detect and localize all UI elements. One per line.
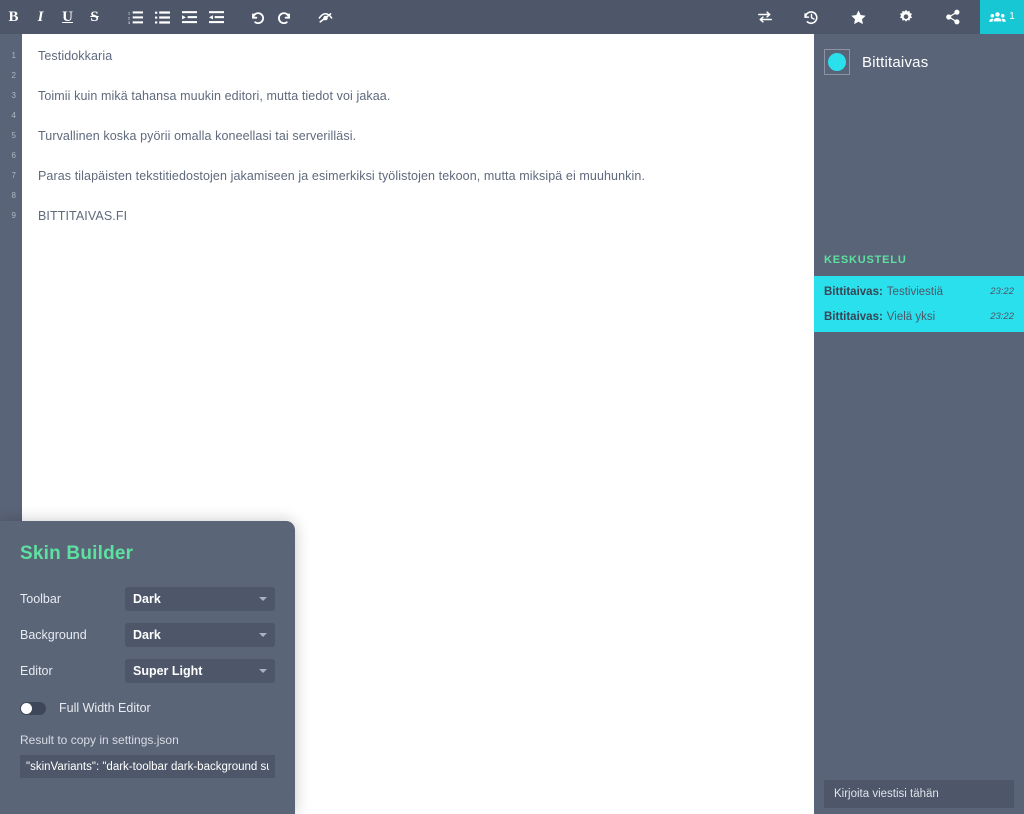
history-icon[interactable] bbox=[798, 0, 825, 34]
chat-message-author: Bittitaivas: bbox=[824, 310, 883, 323]
line-number: 9 bbox=[11, 211, 16, 220]
document-line: BITTITAIVAS.FI bbox=[38, 209, 128, 223]
app-root: B I U S 1 2 3 1 1 2 3 4 5 6 7 8 9 Testid… bbox=[0, 0, 1024, 814]
chat-input[interactable] bbox=[824, 780, 1014, 808]
skin-builder-panel: Skin Builder Toolbar Dark Background Dar… bbox=[0, 521, 295, 814]
strikethrough-icon[interactable]: S bbox=[81, 0, 108, 34]
result-settings-json-field[interactable] bbox=[20, 755, 275, 778]
chat-heading: KESKUSTELU bbox=[824, 254, 907, 266]
toolbar-separator bbox=[108, 0, 122, 34]
background-theme-value: Dark bbox=[133, 628, 161, 642]
main-toolbar: B I U S 1 2 3 1 bbox=[0, 0, 1024, 34]
line-number: 1 bbox=[11, 51, 16, 60]
collaborators-button[interactable]: 1 bbox=[980, 0, 1024, 34]
user-name-label: Bittitaivas bbox=[862, 53, 929, 71]
editor-theme-select[interactable]: Super Light bbox=[125, 659, 275, 683]
chat-message-time: 23:22 bbox=[990, 286, 1014, 297]
toolbar-theme-value: Dark bbox=[133, 592, 161, 606]
line-number: 8 bbox=[11, 191, 16, 200]
toolbar-spacer-4 bbox=[919, 0, 939, 34]
chat-section: KESKUSTELU Bittitaivas: Testiviestiä 23:… bbox=[814, 244, 1024, 332]
line-number: 7 bbox=[11, 171, 16, 180]
skin-row-toolbar: Toolbar Dark bbox=[20, 587, 275, 611]
people-icon bbox=[989, 9, 1006, 26]
line-number: 6 bbox=[11, 151, 16, 160]
avatar bbox=[824, 49, 850, 75]
redo-icon[interactable] bbox=[271, 0, 298, 34]
document-line: Toimii kuin mikä tahansa muukin editori,… bbox=[38, 89, 391, 103]
document-line: Turvallinen koska pyörii omalla koneella… bbox=[38, 129, 357, 143]
svg-text:2: 2 bbox=[128, 16, 130, 20]
line-number: 4 bbox=[11, 111, 16, 120]
background-theme-select[interactable]: Dark bbox=[125, 623, 275, 647]
svg-text:1: 1 bbox=[128, 11, 130, 15]
collaboration-sidebar: Bittitaivas KESKUSTELU Bittitaivas: Test… bbox=[814, 34, 1024, 814]
svg-text:3: 3 bbox=[128, 21, 130, 25]
line-number: 2 bbox=[11, 71, 16, 80]
undo-icon[interactable] bbox=[244, 0, 271, 34]
line-number: 5 bbox=[11, 131, 16, 140]
chat-input-container bbox=[814, 780, 1024, 808]
skin-row-background: Background Dark bbox=[20, 623, 275, 647]
collaborators-count: 1 bbox=[1009, 11, 1015, 22]
skin-label-background: Background bbox=[20, 628, 87, 642]
full-width-editor-row: Full Width Editor bbox=[20, 701, 275, 715]
chevron-down-icon bbox=[259, 597, 267, 601]
indent-icon[interactable] bbox=[176, 0, 203, 34]
chevron-down-icon bbox=[259, 633, 267, 637]
full-width-editor-toggle[interactable] bbox=[20, 701, 46, 715]
toggle-knob bbox=[21, 702, 32, 714]
avatar-color-dot bbox=[828, 53, 846, 71]
toolbar-left-group: B I U S 1 2 3 bbox=[0, 0, 339, 34]
italic-icon[interactable]: I bbox=[27, 0, 54, 34]
current-user-row: Bittitaivas bbox=[814, 34, 1024, 90]
list-item[interactable]: Bittitaivas: Testiviestiä 23:22 bbox=[814, 279, 1024, 304]
chat-message-author: Bittitaivas: bbox=[824, 285, 883, 298]
bold-icon[interactable]: B bbox=[0, 0, 27, 34]
toolbar-right-group: 1 bbox=[751, 0, 1024, 34]
share-icon[interactable] bbox=[939, 0, 966, 34]
chat-message-time: 23:22 bbox=[990, 311, 1014, 322]
eye-slash-icon[interactable] bbox=[312, 0, 339, 34]
toolbar-separator-3 bbox=[298, 0, 312, 34]
document-line: Paras tilapäisten tekstitiedostojen jaka… bbox=[38, 169, 646, 183]
star-icon[interactable] bbox=[845, 0, 872, 34]
toolbar-spacer-5 bbox=[966, 0, 980, 34]
ordered-list-icon[interactable]: 1 2 3 bbox=[122, 0, 149, 34]
chat-message-text: Vielä yksi bbox=[886, 310, 936, 323]
toolbar-spacer-2 bbox=[825, 0, 845, 34]
outdent-icon[interactable] bbox=[203, 0, 230, 34]
toolbar-theme-select[interactable]: Dark bbox=[125, 587, 275, 611]
document-text[interactable]: Testidokkaria Toimii kuin mikä tahansa m… bbox=[22, 34, 814, 226]
transfer-icon[interactable] bbox=[751, 0, 778, 34]
toolbar-spacer-1 bbox=[778, 0, 798, 34]
chevron-down-icon bbox=[259, 669, 267, 673]
result-label: Result to copy in settings.json bbox=[20, 733, 179, 747]
skin-row-editor: Editor Super Light bbox=[20, 659, 275, 683]
chat-message-text: Testiviestiä bbox=[886, 285, 944, 298]
document-line: Testidokkaria bbox=[38, 49, 113, 63]
unordered-list-icon[interactable] bbox=[149, 0, 176, 34]
toolbar-separator-2 bbox=[230, 0, 244, 34]
full-width-editor-label: Full Width Editor bbox=[59, 701, 151, 715]
skin-label-toolbar: Toolbar bbox=[20, 592, 61, 606]
editor-theme-value: Super Light bbox=[133, 664, 203, 678]
chat-message-list: Bittitaivas: Testiviestiä 23:22 Bittitai… bbox=[814, 276, 1024, 332]
skin-label-editor: Editor bbox=[20, 664, 53, 678]
gear-icon[interactable] bbox=[892, 0, 919, 34]
line-number: 3 bbox=[11, 91, 16, 100]
underline-icon[interactable]: U bbox=[54, 0, 81, 34]
skin-builder-title: Skin Builder bbox=[20, 543, 134, 564]
list-item[interactable]: Bittitaivas: Vielä yksi 23:22 bbox=[814, 304, 1024, 329]
toolbar-spacer-3 bbox=[872, 0, 892, 34]
